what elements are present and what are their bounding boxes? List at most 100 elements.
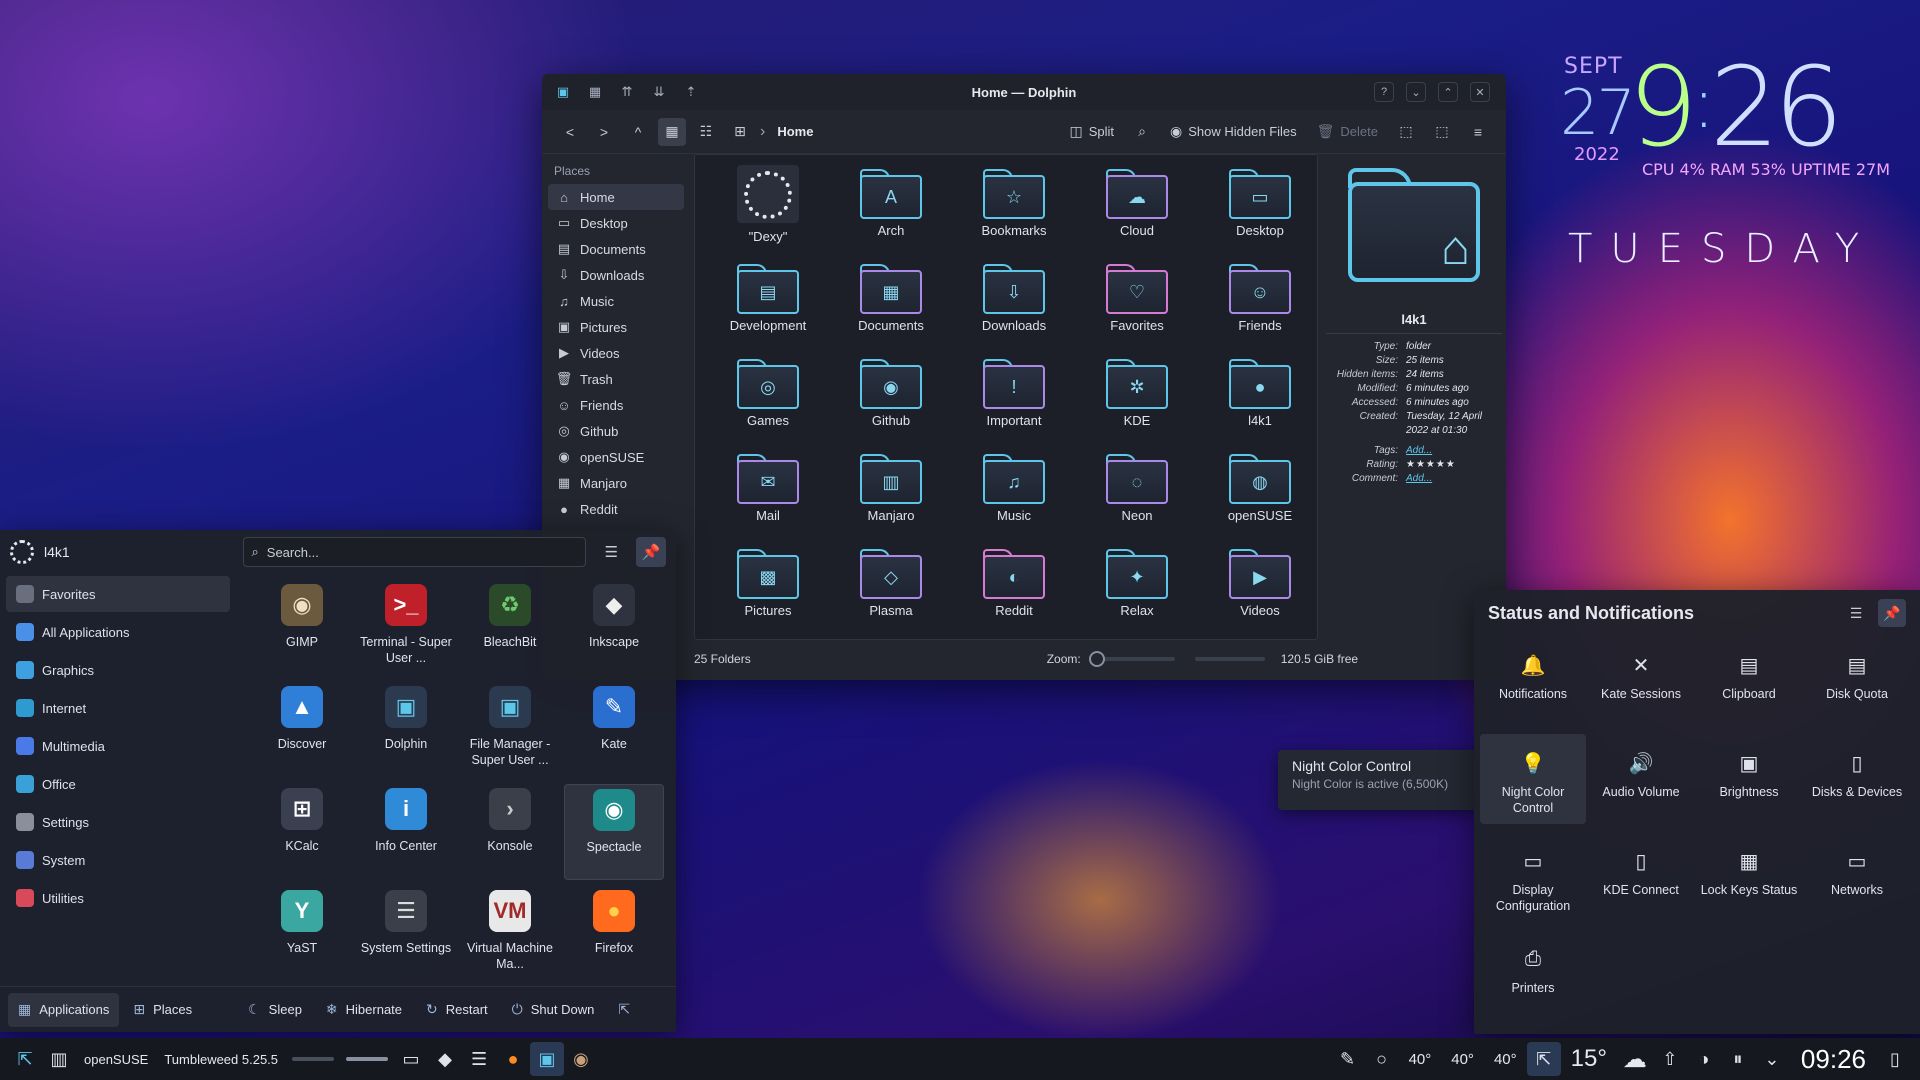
places-item-reddit[interactable]: ● Reddit — [548, 496, 684, 522]
app-konsole[interactable]: › Konsole — [460, 784, 560, 880]
tray-kate-sessions[interactable]: ✕ Kate Sessions — [1588, 636, 1694, 726]
chevron-down-icon[interactable]: ⌄ — [1755, 1042, 1789, 1076]
category-multimedia[interactable]: Multimedia — [6, 728, 230, 764]
app-info-center[interactable]: i Info Center — [356, 784, 456, 880]
tray-clipboard[interactable]: ▤ Clipboard — [1696, 636, 1802, 726]
app-dolphin[interactable]: ▣ Dolphin — [356, 682, 456, 778]
places-item-pictures[interactable]: ▣ Pictures — [548, 314, 684, 340]
firefox-task-icon[interactable]: ● — [496, 1042, 530, 1076]
folder-item[interactable]: ! Important — [959, 355, 1069, 447]
delete-button[interactable]: 🗑 Delete — [1311, 118, 1384, 146]
folder-item[interactable]: ✦ Relax — [1082, 545, 1192, 637]
tray-disks-devices[interactable]: ▯ Disks & Devices — [1804, 734, 1910, 824]
search-button[interactable]: ⌕ — [1128, 118, 1156, 146]
gimp-task-icon[interactable]: ◉ — [564, 1042, 598, 1076]
show-desktop-icon[interactable]: ▭ — [394, 1042, 428, 1076]
launcher-icon[interactable]: ⇱ — [8, 1042, 42, 1076]
forward-button[interactable]: > — [590, 118, 618, 146]
folder-item[interactable]: ◍ openSUSE — [1205, 450, 1315, 542]
pin-icon[interactable]: 📌 — [1878, 599, 1906, 627]
user-profile[interactable]: l4k1 — [10, 540, 243, 564]
app-bleachbit[interactable]: ♻ BleachBit — [460, 580, 560, 676]
window-titlebar[interactable]: ▣ ▦ ⇈ ⇊ ⇡ Home — Dolphin ? ⌄ ⌃ ✕ — [542, 74, 1506, 110]
folder-item[interactable]: ▭ Desktop — [1205, 165, 1315, 257]
app-terminal-super-user[interactable]: >_ Terminal - Super User ... — [356, 580, 456, 676]
category-office[interactable]: Office — [6, 766, 230, 802]
places-tab[interactable]: ⊞ Places — [123, 993, 202, 1027]
folder-item[interactable]: ▤ Development — [713, 260, 823, 352]
keep-above-icon[interactable]: ⇈ — [616, 81, 638, 103]
category-all-applications[interactable]: All Applications — [6, 614, 230, 650]
folder-item[interactable]: ⇩ Downloads — [959, 260, 1069, 352]
desktop-2-indicator[interactable] — [346, 1057, 389, 1061]
folder-item[interactable]: ✲ KDE — [1082, 355, 1192, 447]
category-system[interactable]: System — [6, 842, 230, 878]
audio-icon[interactable]: ◑ — [1687, 1042, 1721, 1076]
applications-tab[interactable]: ▦ Applications — [8, 992, 120, 1027]
folder-item[interactable]: ◐ Reddit — [959, 545, 1069, 637]
category-utilities[interactable]: Utilities — [6, 880, 230, 916]
tray-audio-volume[interactable]: 🔊 Audio Volume — [1588, 734, 1694, 824]
places-item-videos[interactable]: ▶ Videos — [548, 340, 684, 366]
show-hidden-button[interactable]: ◉ Show Hidden Files — [1164, 118, 1303, 146]
comment-add-link[interactable]: Add... — [1406, 472, 1502, 486]
cloud-icon[interactable]: ☁ — [1623, 1045, 1647, 1074]
tray-brightness[interactable]: ▣ Brightness — [1696, 734, 1802, 824]
dolphin-app-icon[interactable]: ▣ — [552, 81, 574, 103]
folder-item[interactable]: ☁ Cloud — [1082, 165, 1192, 257]
up-button[interactable]: ^ — [624, 118, 652, 146]
app-system-settings[interactable]: ☰ System Settings — [356, 886, 456, 982]
pager-icon[interactable]: ▥ — [42, 1042, 76, 1076]
split-button[interactable]: ◫ Split — [1064, 118, 1121, 146]
system-settings-task-icon[interactable]: ☰ — [462, 1042, 496, 1076]
places-item-opensuse[interactable]: ◉ openSUSE — [548, 444, 684, 470]
breadcrumb[interactable]: Home — [777, 124, 813, 139]
category-settings[interactable]: Settings — [6, 804, 230, 840]
places-item-github[interactable]: ◎ Github — [548, 418, 684, 444]
app-discover[interactable]: ▲ Discover — [252, 682, 352, 778]
inkscape-task-icon[interactable]: ◆ — [428, 1042, 462, 1076]
folder-item[interactable]: ◌ Neon — [1082, 450, 1192, 542]
details-view-button[interactable]: ☷ — [692, 118, 720, 146]
places-item-manjaro[interactable]: ▦ Manjaro — [548, 470, 684, 496]
pin-icon[interactable]: 📌 — [636, 537, 667, 567]
rating-stars[interactable]: ★★★★★ — [1406, 458, 1502, 472]
app-firefox[interactable]: ● Firefox — [564, 886, 664, 982]
help-button[interactable]: ? — [1374, 82, 1394, 102]
compact-view-button[interactable]: ⊞ — [726, 118, 754, 146]
circle-indicator-icon[interactable]: ○ — [1365, 1042, 1399, 1076]
category-internet[interactable]: Internet — [6, 690, 230, 726]
hamburger-menu-icon[interactable]: ≡ — [1464, 118, 1492, 146]
minimize-button[interactable]: ⌄ — [1406, 82, 1426, 102]
places-item-music[interactable]: ♫ Music — [548, 288, 684, 314]
icons-view-button[interactable]: ▦ — [658, 117, 686, 146]
folder-item[interactable]: A Arch — [836, 165, 946, 257]
desktop-1-indicator[interactable] — [292, 1057, 335, 1061]
panel-clock[interactable]: 09:26 — [1801, 1044, 1866, 1075]
folder-item[interactable]: ◉ Github — [836, 355, 946, 447]
shade-icon[interactable]: ⇡ — [680, 81, 702, 103]
places-item-desktop[interactable]: ▭ Desktop — [548, 210, 684, 236]
folder-item[interactable]: ● l4k1 — [1205, 355, 1315, 447]
select-button[interactable]: ⬚ — [1428, 118, 1456, 146]
app-kcalc[interactable]: ⊞ KCalc — [252, 784, 352, 880]
tray-night-color-control[interactable]: 💡 Night Color Control — [1480, 734, 1586, 824]
folder-item[interactable]: ☺ Friends — [1205, 260, 1315, 352]
update-icon[interactable]: ⇧ — [1653, 1042, 1687, 1076]
tags-add-link[interactable]: Add... — [1406, 444, 1502, 458]
app-file-manager-super-user[interactable]: ▣ File Manager - Super User ... — [460, 682, 560, 778]
tray-disk-quota[interactable]: ▤ Disk Quota — [1804, 636, 1910, 726]
folder-item[interactable]: ♫ Music — [959, 450, 1069, 542]
preview-button[interactable]: ⬚ — [1392, 118, 1420, 146]
folder-item[interactable]: ✉ Mail — [713, 450, 823, 542]
app-kate[interactable]: ✎ Kate — [564, 682, 664, 778]
keep-below-icon[interactable]: ⇊ — [648, 81, 670, 103]
color-picker-icon[interactable]: ✎ — [1331, 1042, 1365, 1076]
kde-connect-icon[interactable]: ⇱ — [1526, 1042, 1561, 1076]
leave-menu-button[interactable]: ⇱ — [608, 993, 640, 1027]
category-favorites[interactable]: Favorites — [6, 576, 230, 612]
folder-item[interactable]: ◇ Plasma — [836, 545, 946, 637]
file-view[interactable]: "Dexy" A Arch ☆ Bookmarks ☁ Cloud ▭ Desktop ▤ Deve… — [694, 154, 1318, 640]
folder-item[interactable]: ▦ Documents — [836, 260, 946, 352]
places-item-trash[interactable]: 🗑 Trash — [548, 366, 684, 392]
